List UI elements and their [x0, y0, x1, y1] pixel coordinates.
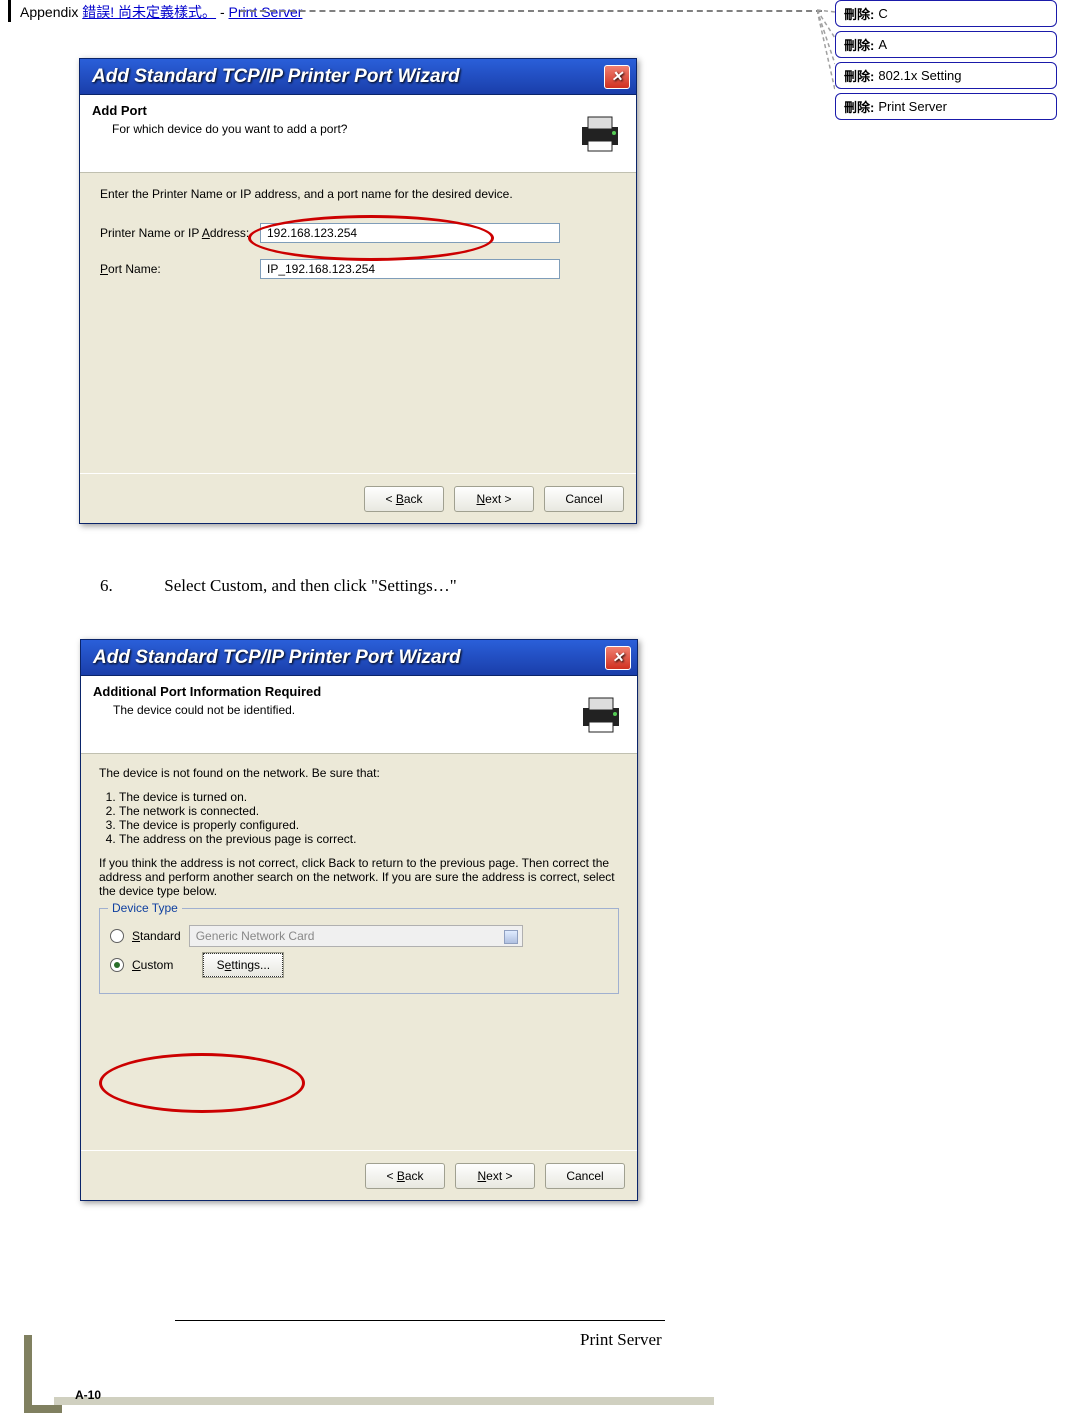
- dialog-title: Add Standard TCP/IP Printer Port Wizard: [87, 647, 605, 669]
- comment-deleted-1: 刪除: C: [835, 0, 1057, 27]
- dialog-header-title: Add Port: [92, 103, 624, 118]
- dialog-header-panel: Add Port For which device do you want to…: [80, 95, 636, 173]
- printer-icon: [576, 109, 624, 157]
- dialog-header-title: Additional Port Information Required: [93, 684, 625, 699]
- comment-label: 刪除:: [844, 4, 874, 23]
- titlebar[interactable]: Add Standard TCP/IP Printer Port Wizard …: [80, 59, 636, 95]
- comment-value: 802.1x Setting: [878, 68, 961, 83]
- radio-custom-label: Custom: [132, 958, 173, 972]
- dialog-body: The device is not found on the network. …: [81, 754, 637, 1150]
- highlight-ellipse: [99, 1053, 305, 1113]
- comment-deleted-3: 刪除: 802.1x Setting: [835, 62, 1057, 89]
- list-item: The device is turned on.: [119, 790, 619, 804]
- dialog-header-panel: Additional Port Information Required The…: [81, 676, 637, 754]
- page-number: A-10: [75, 1388, 101, 1402]
- header-link: Print Server: [229, 4, 303, 20]
- titlebar[interactable]: Add Standard TCP/IP Printer Port Wizard …: [81, 640, 637, 676]
- checklist: The device is turned on. The network is …: [119, 790, 619, 846]
- step-number: 6.: [100, 576, 160, 596]
- close-icon[interactable]: ✕: [605, 646, 631, 670]
- comment-deleted-2: 刪除: A: [835, 31, 1057, 58]
- list-item: The device is properly configured.: [119, 818, 619, 832]
- revision-bar: [8, 0, 11, 22]
- cancel-button[interactable]: Cancel: [544, 486, 624, 512]
- comment-value: Print Server: [878, 99, 947, 114]
- back-button[interactable]: < Back: [365, 1163, 445, 1189]
- list-item: The network is connected.: [119, 804, 619, 818]
- radio-standard[interactable]: [110, 929, 124, 943]
- dialog-buttons: < Back Next > Cancel: [80, 473, 636, 523]
- close-icon[interactable]: ✕: [604, 65, 630, 89]
- dialog-paragraph: If you think the address is not correct,…: [99, 856, 619, 898]
- comment-value: C: [878, 6, 887, 21]
- dialog-additional-info: Add Standard TCP/IP Printer Port Wizard …: [80, 639, 638, 1201]
- settings-button[interactable]: Settings...: [203, 953, 283, 977]
- step-text: Select Custom, and then click "Settings……: [164, 576, 456, 595]
- comment-label: 刪除:: [844, 66, 874, 85]
- fieldset-legend: Device Type: [108, 901, 182, 915]
- header-error: 錯誤! 尚未定義樣式。: [82, 4, 216, 20]
- page-header: Appendix 錯誤! 尚未定義樣式。 - Print Server: [20, 2, 302, 22]
- dialog-add-port: Add Standard TCP/IP Printer Port Wizard …: [79, 58, 637, 524]
- printer-icon: [577, 690, 625, 738]
- comment-value: A: [878, 37, 887, 52]
- device-type-fieldset: Device Type Standard Generic Network Car…: [99, 908, 619, 994]
- label-printer-address: Printer Name or IP Address:: [100, 226, 260, 240]
- next-button[interactable]: Next >: [454, 486, 534, 512]
- footer-title: Print Server: [580, 1330, 662, 1350]
- comments-pane: 刪除: C 刪除: A 刪除: 802.1x Setting 刪除: Print…: [835, 0, 1057, 124]
- radio-custom[interactable]: [110, 958, 124, 972]
- footer-rule: [175, 1320, 665, 1321]
- combo-standard-devicetype: Generic Network Card: [189, 925, 523, 947]
- comment-label: 刪除:: [844, 35, 874, 54]
- back-button[interactable]: < Back: [364, 486, 444, 512]
- step-instruction: 6. Select Custom, and then click "Settin…: [100, 576, 457, 596]
- dialog-intro2: The device is not found on the network. …: [99, 766, 619, 780]
- input-port-name[interactable]: IP_192.168.123.254: [260, 259, 560, 279]
- next-button[interactable]: Next >: [455, 1163, 535, 1189]
- dialog-header-sub: The device could not be identified.: [113, 703, 625, 717]
- list-item: The address on the previous page is corr…: [119, 832, 619, 846]
- comment-connector: [240, 10, 822, 12]
- cancel-button[interactable]: Cancel: [545, 1163, 625, 1189]
- dialog-body: Enter the Printer Name or IP address, an…: [80, 173, 636, 473]
- dialog-title: Add Standard TCP/IP Printer Port Wizard: [86, 66, 604, 88]
- dialog-header-sub: For which device do you want to add a po…: [112, 122, 624, 136]
- comment-fan-lines: [817, 8, 835, 98]
- comment-label: 刪除:: [844, 97, 874, 116]
- input-printer-address[interactable]: 192.168.123.254: [260, 223, 560, 243]
- header-prefix: Appendix: [20, 4, 82, 20]
- comment-deleted-4: 刪除: Print Server: [835, 93, 1057, 120]
- header-sep: -: [216, 4, 228, 20]
- radio-standard-label: Standard: [132, 929, 181, 943]
- dialog-buttons: < Back Next > Cancel: [81, 1150, 637, 1200]
- dialog-intro: Enter the Printer Name or IP address, an…: [100, 187, 616, 201]
- page-bottom-decoration: [54, 1397, 714, 1405]
- label-port-name: Port Name:: [100, 262, 260, 276]
